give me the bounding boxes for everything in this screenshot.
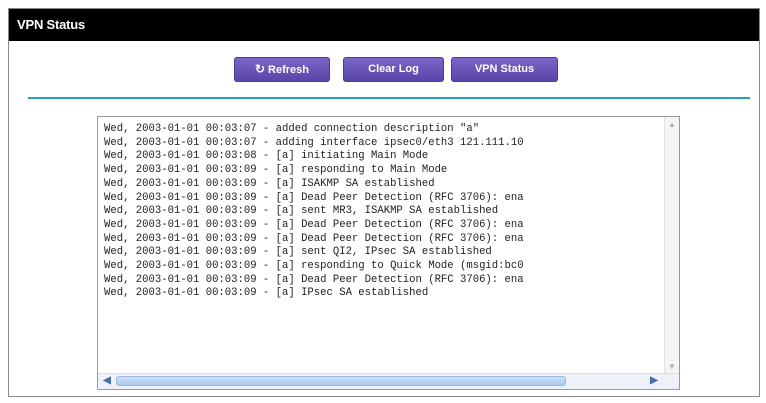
vpn-status-label: VPN Status [474, 63, 535, 75]
log-line: Wed, 2003-01-01 00:03:09 - [a] Dead Peer… [104, 191, 524, 204]
log-textarea[interactable]: Wed, 2003-01-01 00:03:07 - added connect… [97, 116, 680, 390]
refresh-icon: ↻ [254, 62, 266, 76]
refresh-button[interactable]: ↻ Refresh [234, 57, 330, 82]
arrow-right-icon[interactable]: ▶ [647, 375, 661, 387]
log-line: Wed, 2003-01-01 00:03:07 - added connect… [104, 123, 480, 135]
refresh-label: Refresh [268, 64, 310, 76]
log-line: Wed, 2003-01-01 00:03:09 - [a] IPsec SA … [104, 287, 429, 300]
clear-log-label: Clear Log [368, 63, 419, 75]
vertical-scrollbar[interactable]: ▲ ▼ [664, 117, 679, 375]
log-line: Wed, 2003-01-01 00:03:09 - [a] respondin… [104, 260, 524, 273]
log-line: Wed, 2003-01-01 00:03:09 - [a] Dead Peer… [104, 218, 524, 231]
arrow-left-icon[interactable]: ◀ [100, 375, 114, 387]
section-divider [28, 97, 750, 99]
vpn-status-button[interactable]: VPN Status [451, 57, 558, 82]
log-line: Wed, 2003-01-01 00:03:08 - [a] initiatin… [104, 150, 429, 163]
log-line: Wed, 2003-01-01 00:03:09 - [a] Dead Peer… [104, 273, 524, 286]
page-title: VPN Status [17, 17, 86, 32]
clear-log-button[interactable]: Clear Log [343, 57, 444, 82]
horizontal-scrollbar[interactable]: ◀ ▶ [98, 373, 679, 389]
vpn-status-panel: VPN Status ↻ Refresh Clear Log VPN Status… [8, 8, 760, 397]
arrow-down-icon[interactable]: ▼ [667, 361, 677, 373]
log-line: Wed, 2003-01-01 00:03:09 - [a] ISAKMP SA… [104, 177, 435, 190]
log-line: Wed, 2003-01-01 00:03:07 - adding interf… [104, 136, 524, 149]
log-content: Wed, 2003-01-01 00:03:07 - added connect… [104, 123, 659, 368]
log-line: Wed, 2003-01-01 00:03:09 - [a] sent QI2,… [104, 246, 492, 259]
log-line: Wed, 2003-01-01 00:03:09 - [a] Dead Peer… [104, 232, 524, 245]
log-line: Wed, 2003-01-01 00:03:09 - [a] respondin… [104, 164, 448, 177]
title-bar: VPN Status [9, 9, 759, 41]
log-line: Wed, 2003-01-01 00:03:09 - [a] sent MR3,… [104, 205, 499, 218]
arrow-up-icon[interactable]: ▲ [667, 119, 677, 131]
scrollbar-thumb[interactable] [116, 376, 566, 386]
